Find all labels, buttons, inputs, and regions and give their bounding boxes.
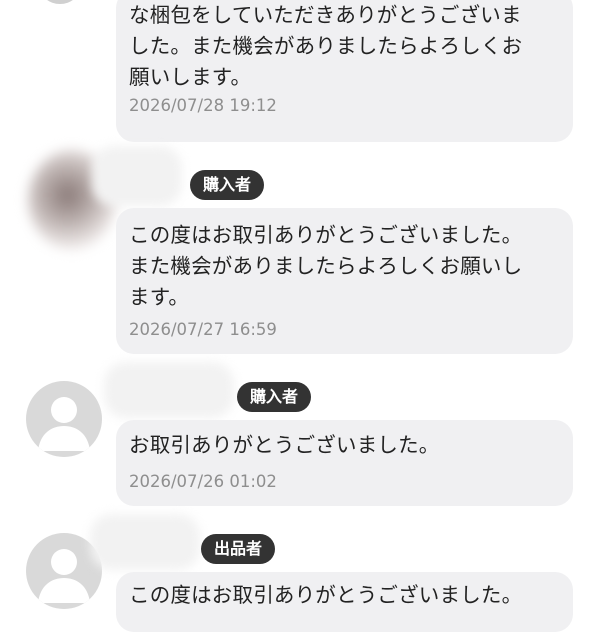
- message-bubble-4: この度はお取引ありがとうございました。: [116, 572, 573, 632]
- message-text: この度はお取引ありがとうございました。 また機会がありましたらよろしくお願いし …: [129, 223, 523, 309]
- avatar-partial-top[interactable]: [40, 0, 80, 4]
- user-name-blurred: [90, 514, 200, 570]
- message-timestamp: 2026/07/27 16:59: [129, 320, 277, 339]
- role-badge: 出品者: [201, 534, 276, 564]
- user-silhouette-icon: [38, 397, 90, 451]
- user-name-blurred: [104, 362, 234, 418]
- avatar[interactable]: [26, 381, 102, 457]
- message-timestamp: 2026/07/26 01:02: [129, 472, 277, 491]
- message-bubble-1: な梱包をしていただきありがとうございま した。また機会がありましたらよろしくお …: [116, 0, 573, 142]
- role-badge: 購入者: [190, 170, 265, 200]
- message-bubble-3: お取引ありがとうございました。 2026/07/26 01:02: [116, 420, 573, 506]
- user-name-blurred: [92, 146, 182, 206]
- message-bubble-2: この度はお取引ありがとうございました。 また機会がありましたらよろしくお願いし …: [116, 208, 573, 354]
- role-badge: 購入者: [237, 382, 312, 412]
- message-text: お取引ありがとうございました。: [129, 433, 440, 457]
- message-text: この度はお取引ありがとうございました。: [129, 583, 523, 607]
- message-timestamp: 2026/07/28 19:12: [129, 96, 277, 115]
- message-text: な梱包をしていただきありがとうございま した。また機会がありましたらよろしくお …: [129, 3, 523, 89]
